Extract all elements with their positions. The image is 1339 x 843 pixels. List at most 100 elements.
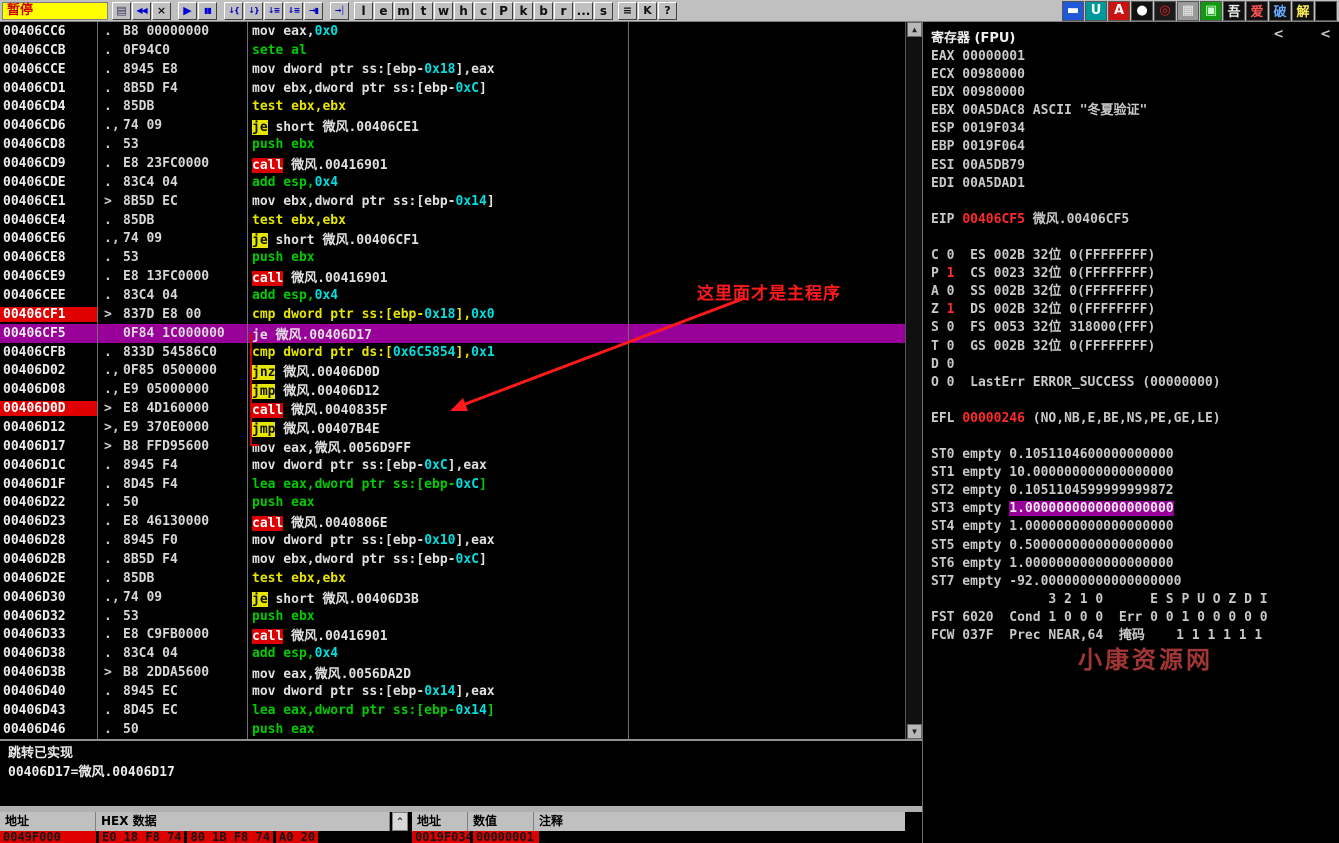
disasm-address[interactable]: 00406CE8 — [0, 250, 97, 265]
log-button[interactable]: ≡ — [618, 2, 637, 20]
plugin-icon-u[interactable]: U — [1085, 1, 1107, 21]
step-over-button[interactable]: ↓} — [244, 2, 263, 20]
disasm-row[interactable]: 00406D28.8945 F0mov dword ptr ss:[ebp-0x… — [0, 531, 905, 550]
disasm-address[interactable]: 00406CD8 — [0, 137, 97, 152]
disasm-address[interactable]: 00406D1F — [0, 477, 97, 492]
disasm-row[interactable]: 00406D0D>E8 4D160000call 微风.0040835F — [0, 399, 905, 418]
dump-byte-group[interactable]: A0 20 — [276, 831, 318, 843]
disasm-address[interactable]: 00406CE6 — [0, 231, 97, 246]
disasm-row[interactable]: 00406D2B.8B5D F4mov ebx,dword ptr ss:[eb… — [0, 550, 905, 569]
disasm-address[interactable]: 00406D23 — [0, 514, 97, 529]
until-return-button[interactable]: →▮ — [304, 2, 323, 20]
register-line[interactable] — [931, 229, 1339, 247]
disasm-row[interactable]: 00406D2E.85DBtest ebx,ebx — [0, 569, 905, 588]
disasm-row[interactable]: 00406D43.8D45 EClea eax,dword ptr ss:[eb… — [0, 701, 905, 720]
register-line[interactable]: ESP 0019F034 — [931, 120, 1339, 138]
disasm-address[interactable]: 00406D28 — [0, 533, 97, 548]
register-line[interactable]: ST7 empty -92.000000000000000000 — [931, 573, 1339, 591]
register-line[interactable]: C 0 ES 002B 32位 0(FFFFFFFF) — [931, 247, 1339, 265]
register-line[interactable]: ST3 empty 1.0000000000000000000 — [931, 500, 1339, 518]
disasm-address[interactable]: 00406CFB — [0, 345, 97, 360]
disasm-row[interactable]: 00406D33.E8 C9FB0000call 微风.00416901 — [0, 626, 905, 645]
dump-byte-group[interactable]: 80 1B F8 74 — [187, 831, 272, 843]
pause-button[interactable]: ▮▮ — [198, 2, 217, 20]
disasm-address[interactable]: 00406D2E — [0, 571, 97, 586]
disasm-address[interactable]: 00406CEE — [0, 288, 97, 303]
cmd-r-button[interactable]: r — [554, 2, 573, 20]
register-line[interactable]: ECX 00980000 — [931, 66, 1339, 84]
disasm-address[interactable]: 00406D22 — [0, 495, 97, 510]
disasm-row[interactable]: 00406D1C.8945 F4mov dword ptr ss:[ebp-0x… — [0, 456, 905, 475]
register-line[interactable]: ST1 empty 10.000000000000000000 — [931, 464, 1339, 482]
disasm-row[interactable]: 00406CF50F84 1C000000je 微风.00406D17 — [0, 324, 905, 343]
dump-scroll-up-button[interactable]: ^ — [392, 812, 408, 831]
disasm-row[interactable]: 00406CD1.8B5D F4mov ebx,dword ptr ss:[eb… — [0, 79, 905, 98]
disasm-address[interactable]: 00406CF5 — [0, 326, 97, 341]
disasm-address[interactable]: 00406CE1 — [0, 194, 97, 209]
restart-button[interactable]: ◀◀ — [132, 2, 151, 20]
disasm-address[interactable]: 00406D40 — [0, 684, 97, 699]
disasm-row[interactable]: 00406CD9.E8 23FC0000call 微风.00416901 — [0, 154, 905, 173]
disasm-address[interactable]: 00406CCB — [0, 43, 97, 58]
plugin-icon-black[interactable] — [1315, 1, 1337, 21]
cmd-e-button[interactable]: e — [374, 2, 393, 20]
trace-into-button[interactable]: ↓≡ — [264, 2, 283, 20]
run-button[interactable]: ▶ — [178, 2, 197, 20]
disasm-row[interactable]: 00406D22.50push eax — [0, 493, 905, 512]
help-button[interactable]: ? — [658, 2, 677, 20]
dump-byte-group[interactable]: E0 18 F8 74 — [99, 831, 184, 843]
register-line[interactable] — [931, 193, 1339, 211]
cmd-m-button[interactable]: m — [394, 2, 413, 20]
disasm-address[interactable]: 00406CD4 — [0, 99, 97, 114]
disasm-address[interactable]: 00406D33 — [0, 627, 97, 642]
plugin-icon-wu[interactable]: 吾 — [1223, 1, 1245, 21]
disasm-address[interactable]: 00406CE9 — [0, 269, 97, 284]
disasm-row[interactable]: 00406D08.,E9 05000000jmp 微风.00406D12 — [0, 380, 905, 399]
register-line[interactable]: 3 2 1 0 E S P U O Z D I — [931, 591, 1339, 609]
disasm-address[interactable]: 00406CF1 — [0, 307, 97, 322]
cmd-dotsdotsdots-button[interactable]: ... — [574, 2, 593, 20]
disasm-address[interactable]: 00406CE4 — [0, 213, 97, 228]
disassembly-pane[interactable]: 00406CC6.B8 00000000mov eax,0x000406CCB.… — [0, 22, 905, 739]
disasm-row[interactable]: 00406D02.,0F85 0500000jnz 微风.00406D0D — [0, 361, 905, 380]
register-line[interactable]: T 0 GS 002B 32位 0(FFFFFFFF) — [931, 338, 1339, 356]
register-line[interactable] — [931, 428, 1339, 446]
registers-pane[interactable]: 寄存器 (FPU) < < EAX 00000001ECX 00980000ED… — [922, 22, 1339, 843]
disasm-row[interactable]: 00406D38.83C4 04add esp,0x4 — [0, 644, 905, 663]
disasm-row[interactable]: 00406D40.8945 ECmov dword ptr ss:[ebp-0x… — [0, 682, 905, 701]
go-to-button[interactable]: →│ — [330, 2, 349, 20]
plugin-icon-po[interactable]: 破 — [1269, 1, 1291, 21]
disasm-scrollbar[interactable]: ▲ ▼ — [905, 22, 922, 739]
close-button[interactable]: × — [152, 2, 171, 20]
disasm-row[interactable]: 00406CD4.85DBtest ebx,ebx — [0, 97, 905, 116]
cmd-k-button[interactable]: k — [514, 2, 533, 20]
disasm-address[interactable]: 00406D2B — [0, 552, 97, 567]
cmd-P-button[interactable]: P — [494, 2, 513, 20]
disasm-row[interactable]: 00406CCE.8945 E8mov dword ptr ss:[ebp-0x… — [0, 60, 905, 79]
register-line[interactable]: ST2 empty 0.1051104599999999872 — [931, 482, 1339, 500]
plugin-icon-blue[interactable]: ▬ — [1062, 1, 1084, 21]
disasm-row[interactable]: 00406CD8.53push ebx — [0, 135, 905, 154]
plugin-icon-ai[interactable]: 爱 — [1246, 1, 1268, 21]
disasm-address[interactable]: 00406CD6 — [0, 118, 97, 133]
disasm-address[interactable]: 00406CD9 — [0, 156, 97, 171]
register-line[interactable]: EDI 00A5DAD1 — [931, 175, 1339, 193]
plugin-icon-circle[interactable]: ● — [1131, 1, 1153, 21]
register-line[interactable]: ST5 empty 0.5000000000000000000 — [931, 537, 1339, 555]
info-pane[interactable]: 跳转已实现 00406D17=微风.00406D17 — [0, 739, 922, 806]
register-line[interactable]: ST6 empty 1.0000000000000000000 — [931, 555, 1339, 573]
disasm-row[interactable]: 00406CF1>837D E8 00cmp dword ptr ss:[ebp… — [0, 305, 905, 324]
stack-row[interactable]: 0019F034 00000001 — [412, 831, 542, 843]
disasm-row[interactable]: 00406CD6.,74 09je short 微风.00406CE1 — [0, 116, 905, 135]
register-line[interactable]: S 0 FS 0053 32位 318000(FFF) — [931, 319, 1339, 337]
cmd-w-button[interactable]: w — [434, 2, 453, 20]
plugin-icon-green[interactable]: ▣ — [1200, 1, 1222, 21]
disasm-address[interactable]: 00406D08 — [0, 382, 97, 397]
cmd-t-button[interactable]: t — [414, 2, 433, 20]
plugin-icon-a[interactable]: A — [1108, 1, 1130, 21]
register-line[interactable]: EAX 00000001 — [931, 48, 1339, 66]
scroll-down-button[interactable]: ▼ — [907, 724, 922, 739]
register-line[interactable]: ST4 empty 1.0000000000000000000 — [931, 518, 1339, 536]
step-into-button[interactable]: ↓{ — [224, 2, 243, 20]
register-line[interactable]: EDX 00980000 — [931, 84, 1339, 102]
